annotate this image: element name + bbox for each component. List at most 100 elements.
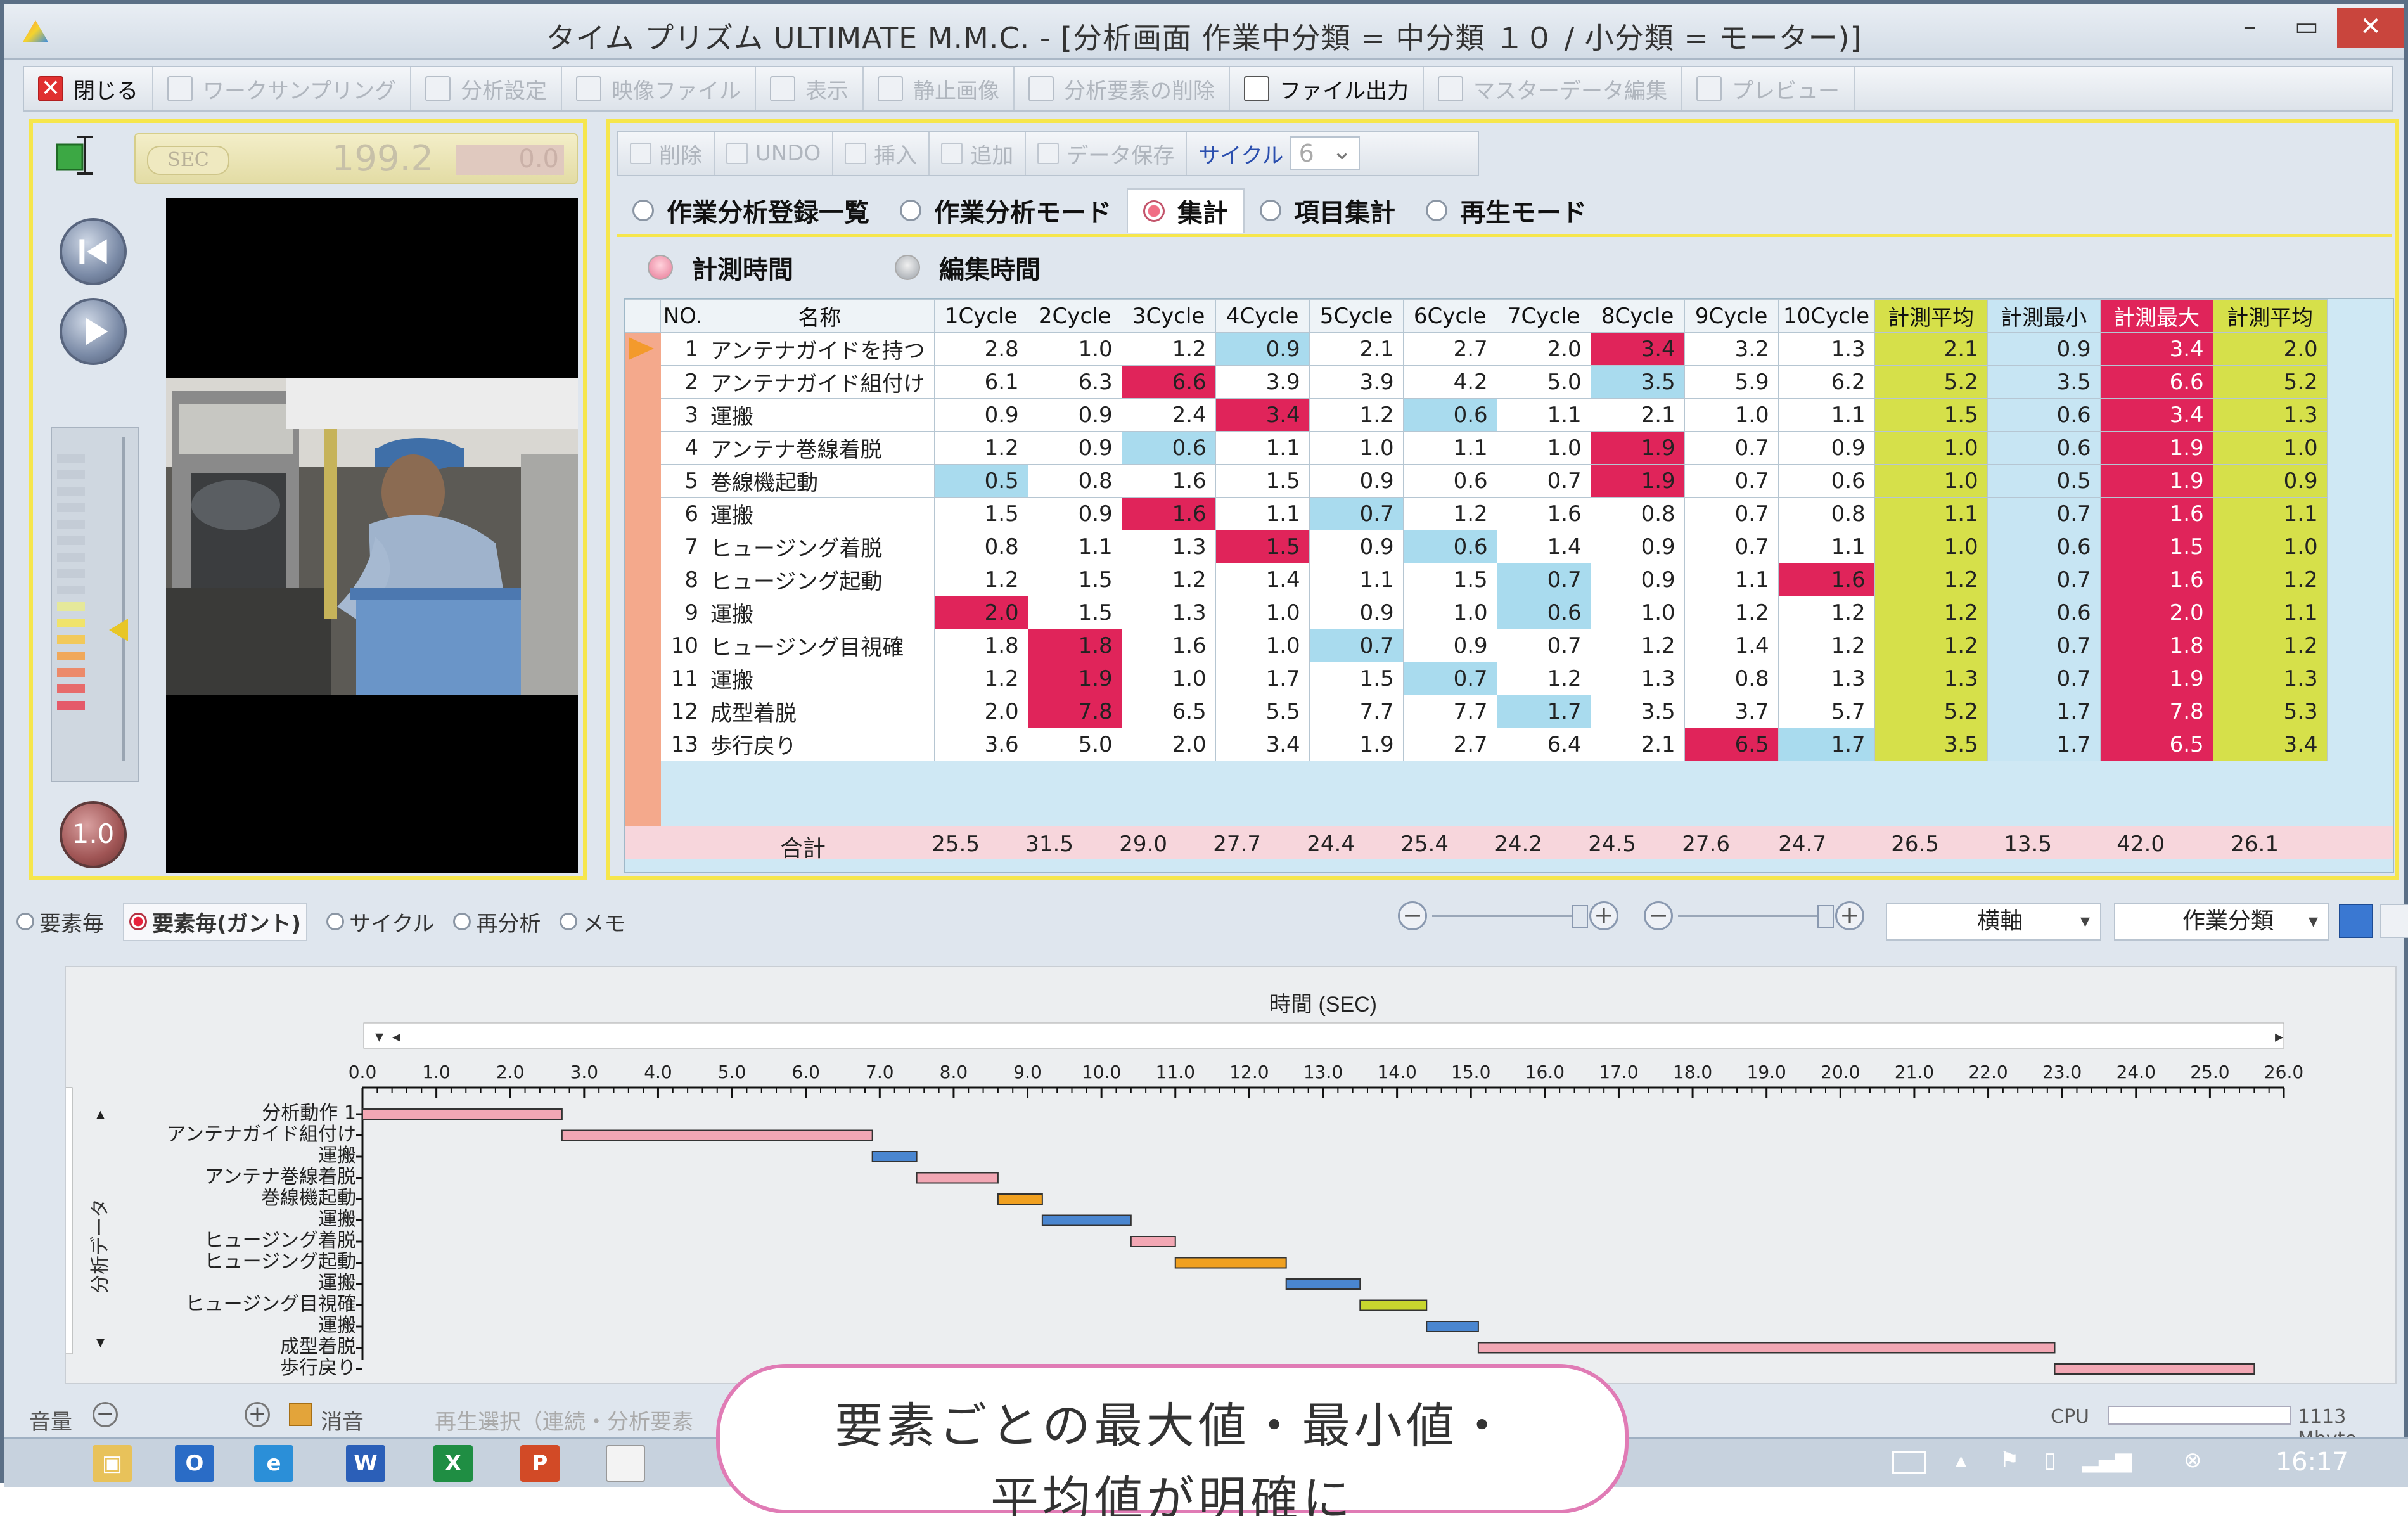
timeprism-app-icon[interactable] — [606, 1445, 645, 1482]
view-per-element-gantt[interactable]: 要素毎(ガント) — [123, 902, 308, 941]
close-button[interactable]: ✕ 閉じる — [24, 67, 153, 110]
table-row[interactable]: 4 アンテナ巻線着脱 1.2 0.9 0.6 1.1 1.0 1.1 1.0 1.9 0.7 0.9 1… — [625, 431, 2328, 465]
gantt-bar[interactable] — [1359, 1299, 1428, 1311]
table-row[interactable]: 12 成型着脱 2.0 7.8 6.5 5.5 7.7 7.7 1.7 3.5 3.7 5.7 5.2 1… — [625, 695, 2328, 728]
table-row[interactable]: 10 ヒュージング目視確 1.8 1.8 1.6 1.0 0.7 0.9 0.7 1.2 1.4 1.… — [625, 629, 2328, 662]
display-button[interactable]: 表示 — [756, 67, 864, 110]
clock[interactable]: 16:17 — [2276, 1448, 2348, 1477]
table-row[interactable]: 3 運搬 0.9 0.9 2.4 3.4 1.2 0.6 1.1 2.1 1.0 1.1 1.5 0.6 3… — [625, 398, 2328, 432]
preview-button[interactable]: プレビュー — [1682, 67, 1855, 110]
show-hidden-icons-icon[interactable]: ▴ — [1956, 1448, 1966, 1473]
delete-row-button[interactable]: 削除 — [618, 132, 715, 175]
radio-button[interactable] — [632, 200, 654, 221]
radio-button[interactable] — [1426, 200, 1447, 221]
tab-item-summary[interactable]: 項目集計 — [1245, 188, 1411, 233]
browser-icon[interactable]: e — [254, 1445, 293, 1482]
gantt-bar[interactable] — [1477, 1342, 2056, 1354]
vertical-scrollbar[interactable] — [66, 1087, 73, 1354]
gantt-bar[interactable] — [362, 1108, 563, 1120]
radio-button-selected[interactable] — [129, 913, 147, 930]
view-memo[interactable]: メモ — [560, 906, 625, 937]
scroll-down-icon[interactable]: ▾ — [375, 1027, 383, 1046]
measured-time-toggle[interactable]: 計測時間 — [648, 249, 793, 286]
column-header[interactable]: 10Cycle — [1777, 299, 1875, 333]
maximize-button[interactable]: ▭ — [2279, 8, 2334, 48]
word-icon[interactable]: W — [346, 1445, 385, 1482]
scroll-left-icon[interactable]: ◂ — [392, 1027, 400, 1046]
chart-view-icon[interactable] — [2339, 904, 2373, 938]
radio-button[interactable] — [1260, 200, 1281, 221]
view-cycle[interactable]: サイクル — [326, 906, 434, 937]
column-header[interactable]: 計測平均 — [2212, 299, 2328, 333]
table-row[interactable]: 5 巻線機起動 0.5 0.8 1.6 1.5 0.9 0.6 0.7 1.9 0.7 0.6 1.0 0… — [625, 464, 2328, 498]
table-row[interactable]: 2 アンテナガイド組付け 6.1 6.3 6.6 3.9 3.9 4.2 5.0 3.5 5.9 6.… — [625, 365, 2328, 399]
zoom-in-icon[interactable]: + — [1589, 901, 1618, 930]
table-row[interactable]: 1 アンテナガイドを持つ 2.8 1.0 1.2 0.9 2.1 2.7 2.0 3.4 3.2 1.… — [625, 332, 2328, 366]
column-header[interactable]: 6Cycle — [1402, 299, 1497, 333]
outlook-icon[interactable]: O — [175, 1445, 214, 1482]
column-header[interactable]: 8Cycle — [1590, 299, 1685, 333]
zoom-slider[interactable] — [1432, 904, 1588, 928]
table-row[interactable]: 13 歩行戻り 3.6 5.0 2.0 3.4 1.9 2.7 6.4 2.1 6.5 1.7 3.5 1… — [625, 728, 2328, 761]
column-header[interactable]: 3Cycle — [1121, 299, 1216, 333]
zoom-out-icon[interactable]: − — [1644, 901, 1673, 930]
tab-playback-mode[interactable]: 再生モード — [1411, 188, 1602, 233]
radio-button[interactable] — [453, 913, 471, 930]
gantt-bar[interactable] — [561, 1129, 873, 1141]
mute-label[interactable]: 消音 — [321, 1404, 364, 1436]
cycle-dropdown[interactable]: 6 — [1290, 135, 1360, 170]
insert-button[interactable]: 挿入 — [833, 132, 930, 175]
column-header[interactable]: 計測最小 — [1987, 299, 2101, 333]
column-header[interactable]: 7Cycle — [1496, 299, 1591, 333]
tab-registration-list[interactable]: 作業分析登録一覧 — [617, 188, 885, 233]
flag-icon[interactable]: ⚑ — [2000, 1448, 2019, 1473]
table-row[interactable]: 11 運搬 1.2 1.9 1.0 1.7 1.5 0.7 1.2 1.3 0.8 1.3 1.3 0.7… — [625, 662, 2328, 695]
radio-button-selected[interactable] — [1143, 200, 1165, 222]
table-row[interactable]: 7 ヒュージング着脱 0.8 1.1 1.3 1.5 0.9 0.6 1.4 0.9 0.7 1.1 1… — [625, 530, 2328, 563]
radio-button[interactable] — [560, 913, 578, 930]
zoom-in-icon[interactable]: + — [1835, 901, 1864, 930]
column-header[interactable]: 5Cycle — [1309, 299, 1404, 333]
previous-button[interactable] — [60, 218, 127, 285]
zoom-slider[interactable] — [1678, 904, 1834, 928]
table-view-icon[interactable] — [2380, 904, 2408, 938]
keyboard-icon[interactable] — [1892, 1451, 1926, 1474]
scroll-up-icon[interactable]: ▴ — [96, 1105, 105, 1124]
gantt-bar[interactable] — [997, 1193, 1043, 1205]
minimize-button[interactable]: – — [2222, 8, 2277, 48]
gantt-bar[interactable] — [871, 1151, 918, 1162]
column-header[interactable]: 計測平均 — [1874, 299, 1988, 333]
tab-analysis-mode[interactable]: 作業分析モード — [885, 188, 1127, 233]
battery-icon[interactable]: ▯ — [2044, 1448, 2056, 1473]
text-cursor-icon[interactable] — [52, 133, 96, 177]
file-output-button[interactable]: ファイル出力 — [1230, 67, 1424, 110]
play-button[interactable] — [60, 298, 127, 365]
video-file-button[interactable]: 映像ファイル — [562, 67, 756, 110]
work-sampling-button[interactable]: ワークサンプリング — [153, 67, 411, 110]
column-header[interactable]: NO. — [660, 299, 705, 333]
signal-icon[interactable]: ▂▄▆ — [2082, 1448, 2132, 1473]
volume-down-icon[interactable]: − — [93, 1402, 118, 1427]
master-data-edit-button[interactable]: マスターデータ編集 — [1424, 67, 1682, 110]
gantt-bar[interactable] — [1130, 1236, 1176, 1247]
still-image-button[interactable]: 静止画像 — [864, 67, 1015, 110]
column-header[interactable]: 名称 — [705, 299, 935, 333]
table-row[interactable]: 6 運搬 1.5 0.9 1.6 1.1 0.7 1.2 1.6 0.8 0.7 0.8 1.1 0.7 1… — [625, 497, 2328, 530]
powerpoint-icon[interactable]: P — [520, 1445, 560, 1482]
delete-elements-button[interactable]: 分析要素の削除 — [1015, 67, 1230, 110]
volume-up-icon[interactable]: + — [245, 1402, 270, 1427]
undo-button[interactable]: UNDO — [715, 132, 834, 175]
view-reanalysis[interactable]: 再分析 — [453, 906, 541, 937]
category-dropdown[interactable]: 作業分類 — [2114, 903, 2329, 941]
radio-button[interactable] — [16, 913, 34, 930]
excel-icon[interactable]: X — [433, 1445, 473, 1482]
tab-summary[interactable]: 集計 — [1127, 188, 1245, 233]
save-data-button[interactable]: データ保存 — [1026, 132, 1188, 175]
column-header[interactable]: 計測最大 — [2099, 299, 2213, 333]
edited-time-toggle[interactable]: 編集時間 — [895, 249, 1041, 286]
slider-handle[interactable] — [109, 619, 128, 641]
horizontal-scrollbar[interactable] — [363, 1022, 2284, 1049]
volume-level-meter[interactable] — [51, 427, 139, 782]
close-circle-icon[interactable]: ⊗ — [2184, 1448, 2202, 1473]
mute-icon[interactable] — [289, 1403, 312, 1426]
